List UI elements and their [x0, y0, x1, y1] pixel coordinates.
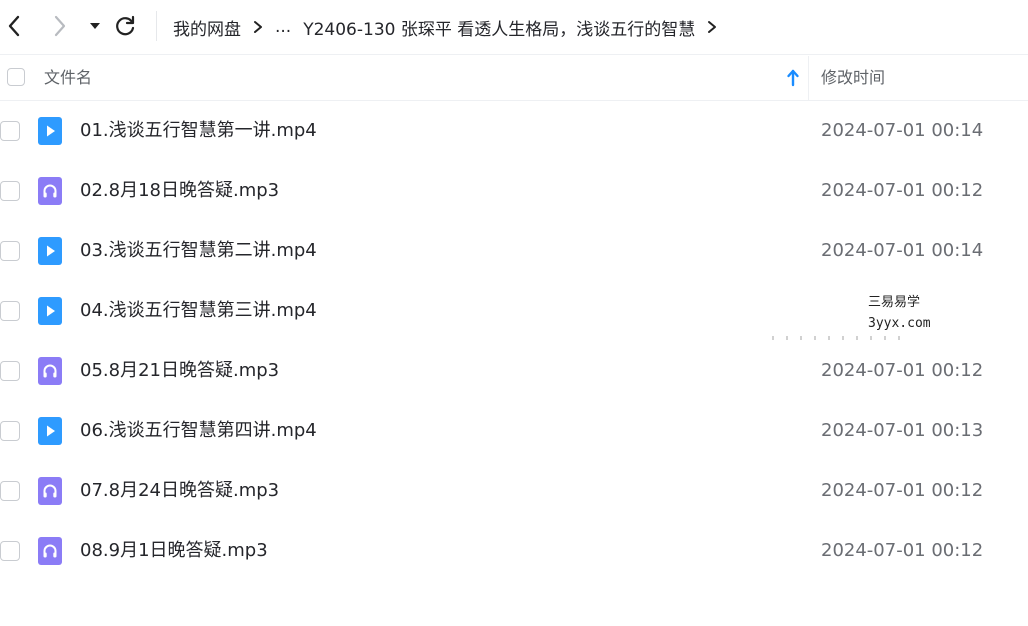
- file-name[interactable]: 05.8月21日晚答疑.mp3: [80, 341, 279, 401]
- toolbar: 我的网盘 ... Y2406-130 张琛平 看透人生格局，浅谈五行的智慧: [0, 0, 1028, 55]
- row-checkbox[interactable]: [0, 421, 20, 441]
- row-checkbox[interactable]: [0, 121, 20, 141]
- triangle-down-icon: [90, 23, 100, 29]
- column-divider[interactable]: [808, 56, 809, 100]
- back-button[interactable]: [0, 12, 28, 40]
- breadcrumb-separator-icon: [253, 20, 263, 34]
- file-row[interactable]: 07.8月24日晚答疑.mp3 2024-07-01 00:12: [0, 461, 1028, 521]
- row-checkbox[interactable]: [0, 541, 20, 561]
- watermark-line1: 三易易学: [868, 295, 921, 310]
- file-row[interactable]: 02.8月18日晚答疑.mp3 2024-07-01 00:12: [0, 161, 1028, 221]
- file-name[interactable]: 04.浅谈五行智慧第三讲.mp4: [80, 281, 317, 341]
- history-dropdown-button[interactable]: [81, 12, 109, 40]
- audio-file-icon: [38, 537, 62, 565]
- row-checkbox[interactable]: [0, 181, 20, 201]
- audio-file-icon: [38, 477, 62, 505]
- video-file-icon: [38, 297, 62, 325]
- toolbar-divider: [156, 11, 157, 41]
- row-checkbox[interactable]: [0, 241, 20, 261]
- file-modified-time: 2024-07-01 00:12: [821, 360, 984, 381]
- row-checkbox[interactable]: [0, 301, 20, 321]
- file-modified-time: 2024-07-01 00:13: [821, 420, 984, 441]
- refresh-button[interactable]: [111, 12, 139, 40]
- file-name[interactable]: 01.浅谈五行智慧第一讲.mp4: [80, 101, 317, 161]
- file-modified-time: 2024-07-01 00:12: [821, 180, 984, 201]
- audio-file-icon: [38, 357, 62, 385]
- arrow-up-icon[interactable]: [786, 69, 800, 87]
- file-row[interactable]: 03.浅谈五行智慧第二讲.mp4 2024-07-01 00:14: [0, 221, 1028, 281]
- file-modified-time: 2024-07-01 00:14: [821, 120, 984, 141]
- file-modified-time: 2024-07-01 00:14: [821, 240, 984, 261]
- select-all-checkbox[interactable]: [7, 68, 25, 86]
- file-name[interactable]: 03.浅谈五行智慧第二讲.mp4: [80, 221, 317, 281]
- row-checkbox[interactable]: [0, 481, 20, 501]
- list-header: 文件名 修改时间: [0, 56, 1028, 101]
- watermark-dots: [772, 336, 902, 340]
- video-file-icon: [38, 237, 62, 265]
- file-name[interactable]: 07.8月24日晚答疑.mp3: [80, 461, 279, 521]
- breadcrumb-current[interactable]: Y2406-130 张琛平 看透人生格局，浅谈五行的智慧: [303, 15, 695, 40]
- watermark: 三易易学 3yyx.com: [868, 292, 931, 334]
- breadcrumb: 我的网盘 ... Y2406-130 张琛平 看透人生格局，浅谈五行的智慧: [173, 0, 729, 54]
- file-modified-time: 2024-07-01 00:12: [821, 480, 984, 501]
- column-header-name[interactable]: 文件名: [44, 56, 92, 100]
- breadcrumb-ellipsis[interactable]: ...: [275, 17, 291, 37]
- chevron-left-icon: [8, 15, 20, 37]
- column-header-modified-time[interactable]: 修改时间: [821, 56, 885, 100]
- forward-button[interactable]: [46, 12, 74, 40]
- file-name[interactable]: 08.9月1日晚答疑.mp3: [80, 521, 268, 581]
- watermark-line2: 3yyx.com: [868, 316, 931, 331]
- audio-file-icon: [38, 177, 62, 205]
- breadcrumb-root[interactable]: 我的网盘: [173, 15, 241, 40]
- video-file-icon: [38, 117, 62, 145]
- breadcrumb-more-icon[interactable]: [707, 20, 717, 34]
- file-name[interactable]: 06.浅谈五行智慧第四讲.mp4: [80, 401, 317, 461]
- refresh-icon: [116, 15, 135, 36]
- file-modified-time: 2024-07-01 00:12: [821, 540, 984, 561]
- file-row[interactable]: 05.8月21日晚答疑.mp3 2024-07-01 00:12: [0, 341, 1028, 401]
- file-name[interactable]: 02.8月18日晚答疑.mp3: [80, 161, 279, 221]
- file-row[interactable]: 08.9月1日晚答疑.mp3 2024-07-01 00:12: [0, 521, 1028, 581]
- file-row[interactable]: 01.浅谈五行智慧第一讲.mp4 2024-07-01 00:14: [0, 101, 1028, 161]
- chevron-right-icon: [54, 15, 66, 37]
- row-checkbox[interactable]: [0, 361, 20, 381]
- file-row[interactable]: 06.浅谈五行智慧第四讲.mp4 2024-07-01 00:13: [0, 401, 1028, 461]
- video-file-icon: [38, 417, 62, 445]
